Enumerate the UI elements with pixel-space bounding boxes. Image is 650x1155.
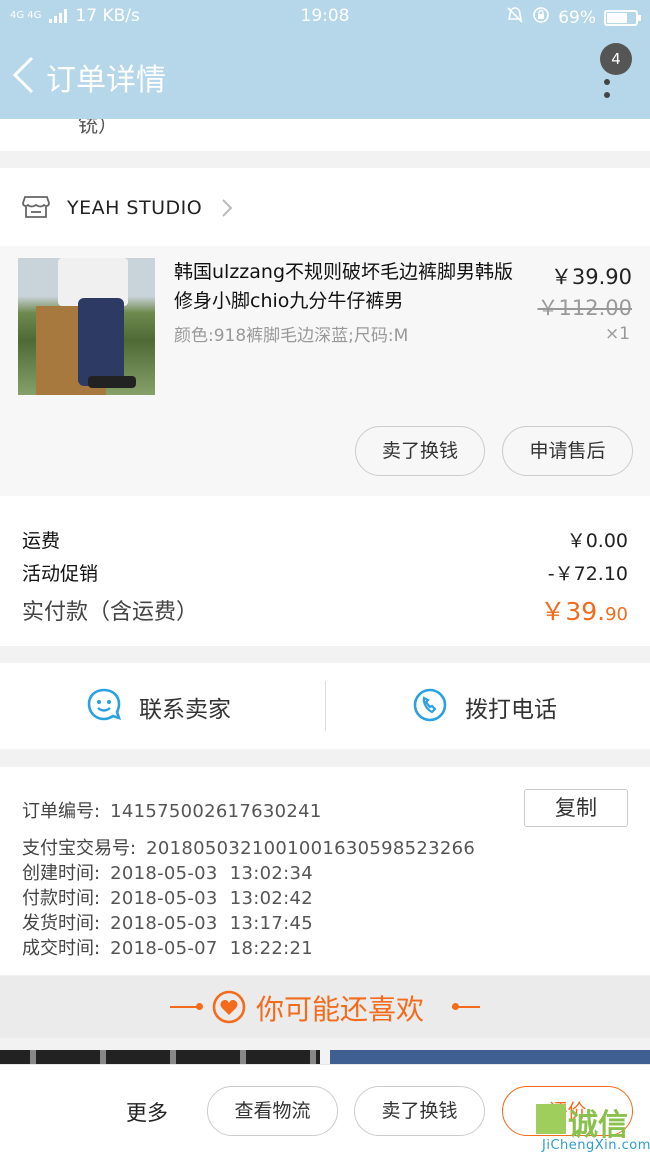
shipped-row: 发货时间: 2018-05-03 13:17:45 <box>22 909 313 935</box>
product-price: ￥39.90 <box>550 265 632 289</box>
divider-line-left <box>170 1006 198 1008</box>
resell-button[interactable]: 卖了换钱 <box>355 426 485 476</box>
shop-row[interactable]: YEAH STUDIO <box>0 168 650 246</box>
more-button[interactable]: 更多 <box>126 1097 168 1127</box>
fee-summary: 运费 ￥0.00 活动促销 -￥72.10 实付款（含运费） ￥39.90 <box>0 496 650 646</box>
store-icon <box>22 196 50 218</box>
paid-time: 2018-05-03 13:02:42 <box>110 888 313 909</box>
watermark-logo: 诚信 JiChengXin.com <box>530 1100 650 1155</box>
copy-button[interactable]: 复制 <box>524 789 628 827</box>
closed-time: 2018-05-07 18:22:21 <box>110 938 313 959</box>
status-bar: 4G 4G 17 KB/s 19:08 69% <box>0 0 650 33</box>
alipay-label: 支付宝交易号: <box>22 838 137 859</box>
recommend-title: 你可能还喜欢 <box>256 993 425 1026</box>
product-title[interactable]: 韩国ulzzang不规则破坏毛边裤脚男韩版修身小脚chio九分牛仔裤男 <box>174 258 529 316</box>
more-vertical-icon <box>604 79 610 105</box>
chevron-right-icon <box>222 199 233 217</box>
created-row: 创建时间: 2018-05-03 13:02:34 <box>22 859 313 885</box>
shipping-value: ￥0.00 <box>566 530 628 552</box>
paid-label: 付款时间: <box>22 888 101 909</box>
alipay-row: 支付宝交易号: 2018050321001001630598523266 <box>22 834 475 860</box>
watermark-url: JiChengXin.com <box>542 1138 650 1153</box>
address-partial-text: 铳） <box>78 119 118 137</box>
shop-name: YEAH STUDIO <box>67 197 203 219</box>
notification-badge: 4 <box>600 43 632 75</box>
chat-bubble-icon <box>87 688 122 721</box>
product-original-price: ￥112.00 <box>537 296 632 320</box>
view-logistics-button[interactable]: 查看物流 <box>207 1086 338 1136</box>
divider-line-right <box>452 1006 480 1008</box>
closed-label: 成交时间: <box>22 938 101 959</box>
more-menu-button[interactable]: 4 <box>592 43 632 113</box>
recommend-thumb-1[interactable] <box>0 1050 320 1064</box>
recommend-banner: 你可能还喜欢 <box>0 976 650 1038</box>
bottom-resell-button[interactable]: 卖了换钱 <box>354 1086 485 1136</box>
product-quantity: ×1 <box>604 324 630 344</box>
page-title: 订单详情 <box>46 63 166 98</box>
created-time: 2018-05-03 13:02:34 <box>110 863 313 884</box>
order-number-row: 订单编号: 141575002617630241 <box>22 797 322 823</box>
promo-label: 活动促销 <box>22 563 99 585</box>
order-number-label: 订单编号: <box>22 801 101 822</box>
contact-row: 联系卖家 拨打电话 <box>0 663 650 749</box>
status-right: 69% <box>506 6 641 29</box>
shipped-label: 发货时间: <box>22 913 101 934</box>
address-partial: 铳） <box>0 119 650 151</box>
recommend-thumbnails <box>0 1050 650 1064</box>
paid-row: 付款时间: 2018-05-03 13:02:42 <box>22 884 313 910</box>
battery-icon <box>604 9 641 26</box>
rotation-lock-icon <box>532 6 550 29</box>
chevron-left-icon <box>12 56 34 94</box>
product-image[interactable] <box>18 258 155 395</box>
shipping-label: 运费 <box>22 530 61 552</box>
heart-icon <box>212 990 246 1024</box>
total-paid-value: ￥39.90 <box>540 592 628 628</box>
shipped-time: 2018-05-03 13:17:45 <box>110 913 313 934</box>
order-item: 韩国ulzzang不规则破坏毛边裤脚男韩版修身小脚chio九分牛仔裤男 颜色:9… <box>0 246 650 496</box>
total-paid-cents: 90 <box>605 604 628 625</box>
nav-bar: 订单详情 4 <box>0 33 650 119</box>
back-button[interactable] <box>10 55 38 95</box>
recommend-thumb-2[interactable] <box>330 1050 650 1064</box>
closed-row: 成交时间: 2018-05-07 18:22:21 <box>22 934 313 960</box>
total-paid-main: ￥39. <box>540 597 606 626</box>
alipay-number: 2018050321001001630598523266 <box>146 838 476 859</box>
contact-seller-label: 联系卖家 <box>139 697 231 723</box>
mute-icon <box>506 6 524 29</box>
product-spec: 颜色:918裤脚毛边深蓝;尺码:M <box>174 326 409 346</box>
promo-value: -￥72.10 <box>547 563 628 585</box>
order-number: 141575002617630241 <box>110 801 322 822</box>
order-info: 订单编号: 141575002617630241 复制 支付宝交易号: 201805… <box>0 767 650 975</box>
after-sale-button[interactable]: 申请售后 <box>502 426 633 476</box>
divider-dot-left <box>196 1003 203 1010</box>
battery-percent: 69% <box>558 7 596 28</box>
call-phone-label: 拨打电话 <box>465 697 557 723</box>
phone-icon <box>413 688 447 722</box>
call-phone-button[interactable]: 拨打电话 <box>326 663 650 749</box>
contact-seller-button[interactable]: 联系卖家 <box>0 663 325 749</box>
watermark-icon <box>536 1104 566 1134</box>
created-label: 创建时间: <box>22 863 101 884</box>
total-paid-label: 实付款（含运费） <box>22 600 199 625</box>
